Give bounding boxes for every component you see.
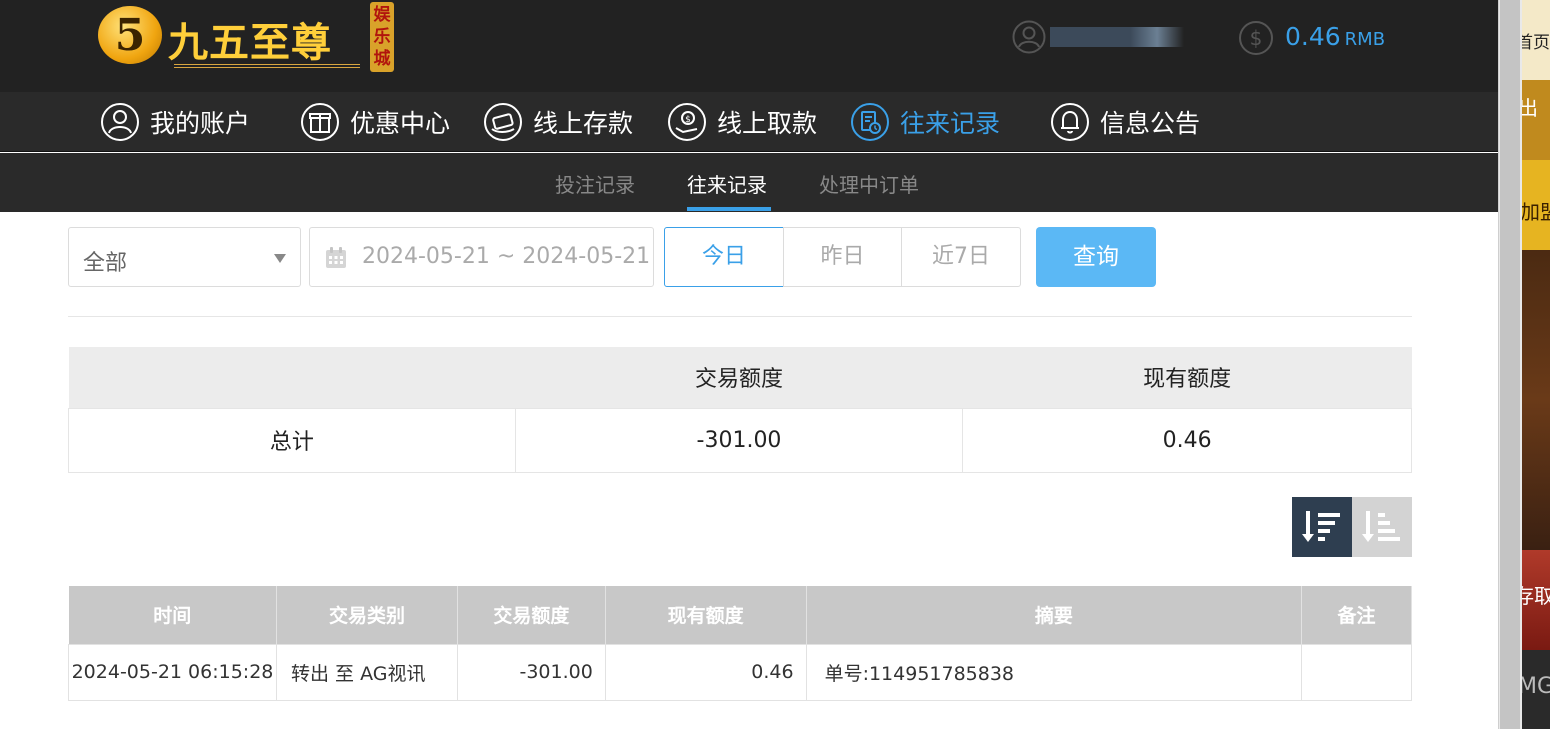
nav-label: 线上取款 (717, 109, 818, 138)
select-value: 全部 (83, 251, 128, 276)
sort-ascending-icon (1362, 511, 1400, 542)
bell-icon (1051, 103, 1089, 141)
scrollbar-thumb[interactable] (1500, 0, 1520, 729)
quick-range-yesterday[interactable]: 昨日 (783, 227, 902, 287)
floating-side-panel: 首页 出 加盟 存取 MG (1522, 0, 1550, 729)
site-logo[interactable]: 5 九五至尊 娱乐城 (96, 2, 396, 74)
top-header: 5 九五至尊 娱乐城 •••••• $ 0.46RMB (0, 0, 1498, 92)
nav-label: 我的账户 (150, 109, 251, 138)
nav-my-account[interactable]: 我的账户 (100, 92, 250, 152)
summary-total-row: 总计 -301.00 0.46 (68, 407, 1412, 473)
cell-amount: -301.00 (456, 643, 606, 701)
logo-title: 九五至尊 (168, 19, 332, 66)
nav-label: 线上存款 (533, 109, 634, 138)
nav-deposit[interactable]: 线上存款 (483, 92, 633, 152)
nav-records[interactable]: 往来记录 (850, 92, 1000, 152)
column-header-amount[interactable]: 交易额度 (457, 586, 606, 644)
svg-text:$: $ (685, 115, 691, 125)
cell-summary: 单号:114951785838 (805, 643, 1303, 701)
transactions-table: 时间 交易类别 交易额度 现有额度 摘要 备注 2024-05-21 06:15… (68, 586, 1412, 701)
gift-icon (301, 103, 339, 141)
sort-descending-icon (1302, 511, 1340, 542)
nav-announcements[interactable]: 信息公告 (1050, 92, 1200, 152)
summary-header-amount: 交易额度 (515, 347, 963, 408)
cell-balance: 0.46 (604, 643, 807, 701)
side-panel-label: 首页 (1522, 33, 1550, 53)
cell-time: 2024-05-21 06:15:28 (68, 643, 277, 701)
tab-bet-records[interactable]: 投注记录 (555, 169, 635, 198)
side-panel-join[interactable]: 加盟 (1522, 160, 1550, 250)
deposit-icon (484, 103, 522, 141)
logo-ornament (174, 64, 360, 68)
sort-descending-button[interactable] (1292, 497, 1352, 557)
summary-header-balance: 现有额度 (962, 347, 1412, 408)
date-range-input[interactable]: 2024-05-21 ~ 2024-05-21 (309, 227, 654, 287)
tab-transaction-records[interactable]: 往来记录 (687, 169, 767, 198)
records-icon (851, 103, 889, 141)
query-button[interactable]: 查询 (1036, 227, 1156, 287)
column-header-time[interactable]: 时间 (68, 586, 277, 644)
column-header-summary[interactable]: 摘要 (806, 586, 1303, 644)
quick-range-today[interactable]: 今日 (664, 227, 784, 287)
summary-header-row: 交易额度 现有额度 (68, 347, 1412, 408)
balance-value: 0.46 (1285, 22, 1341, 51)
account-balance: 0.46 RMB (1285, 22, 1385, 51)
main-nav: 我的账户 优惠中心 线上存款 $ 线上取款 往来记录 信息公告 (0, 92, 1498, 152)
nav-label: 优惠中心 (350, 109, 451, 138)
side-panel-mg[interactable]: MG (1522, 650, 1550, 729)
svg-text:$: $ (1250, 26, 1263, 50)
table-row[interactable]: 2024-05-21 06:15:28 转出 至 AG视讯 -301.00 0.… (68, 643, 1412, 701)
nav-label: 往来记录 (900, 109, 1001, 138)
transactions-header-row: 时间 交易类别 交易额度 现有额度 摘要 备注 (68, 586, 1412, 644)
side-panel-label: 存取 (1522, 584, 1550, 608)
chevron-down-icon (274, 254, 286, 263)
cell-note (1301, 643, 1412, 701)
summary-total-balance: 0.46 (962, 407, 1412, 473)
side-panel-banner (1522, 250, 1550, 550)
side-panel-label: 出 (1522, 96, 1538, 120)
tab-pending-orders[interactable]: 处理中订单 (819, 169, 919, 198)
column-header-balance[interactable]: 现有额度 (605, 586, 807, 644)
logo-emblem-icon: 5 (98, 6, 162, 64)
summary-total-amount: -301.00 (514, 407, 964, 473)
user-icon (101, 103, 139, 141)
nav-promotions[interactable]: 优惠中心 (300, 92, 450, 152)
withdraw-icon: $ (668, 103, 706, 141)
nav-label: 信息公告 (1100, 109, 1201, 138)
side-panel-deposit[interactable]: 存取 (1522, 550, 1550, 650)
sort-ascending-button[interactable] (1352, 497, 1412, 557)
username-masked[interactable]: •••••• (1050, 27, 1184, 47)
logo-mark: 5 (114, 10, 146, 61)
summary-table: 交易额度 现有额度 总计 -301.00 0.46 (68, 347, 1412, 473)
page: 5 九五至尊 娱乐城 •••••• $ 0.46RMB (0, 0, 1550, 729)
dollar-coin-icon: $ (1239, 21, 1273, 55)
nav-withdraw[interactable]: $ 线上取款 (667, 92, 817, 152)
side-panel-label: MG (1522, 674, 1550, 699)
summary-total-label: 总计 (68, 407, 516, 473)
sub-nav: 投注记录 往来记录 处理中订单 (0, 153, 1498, 212)
date-range-value: 2024-05-21 ~ 2024-05-21 (362, 244, 651, 269)
quick-range-last-7-days[interactable]: 近7日 (901, 227, 1021, 287)
side-panel-label: 加盟 (1522, 200, 1550, 224)
column-header-type[interactable]: 交易类别 (276, 586, 458, 644)
column-header-note[interactable]: 备注 (1301, 586, 1412, 644)
summary-header-label (68, 347, 516, 408)
section-divider (68, 316, 1412, 317)
user-account-icon[interactable] (1012, 20, 1046, 54)
cell-type: 转出 至 AG视讯 (275, 643, 458, 701)
transaction-type-select[interactable]: 全部 (68, 227, 301, 287)
logo-badge: 娱乐城 (370, 2, 394, 72)
calendar-icon (326, 247, 346, 268)
side-panel-item[interactable]: 出 (1522, 80, 1550, 160)
balance-currency: RMB (1344, 29, 1386, 50)
side-panel-home[interactable]: 首页 (1522, 0, 1550, 80)
active-tab-indicator (687, 207, 771, 211)
logo-badge-text: 娱乐城 (373, 5, 391, 69)
